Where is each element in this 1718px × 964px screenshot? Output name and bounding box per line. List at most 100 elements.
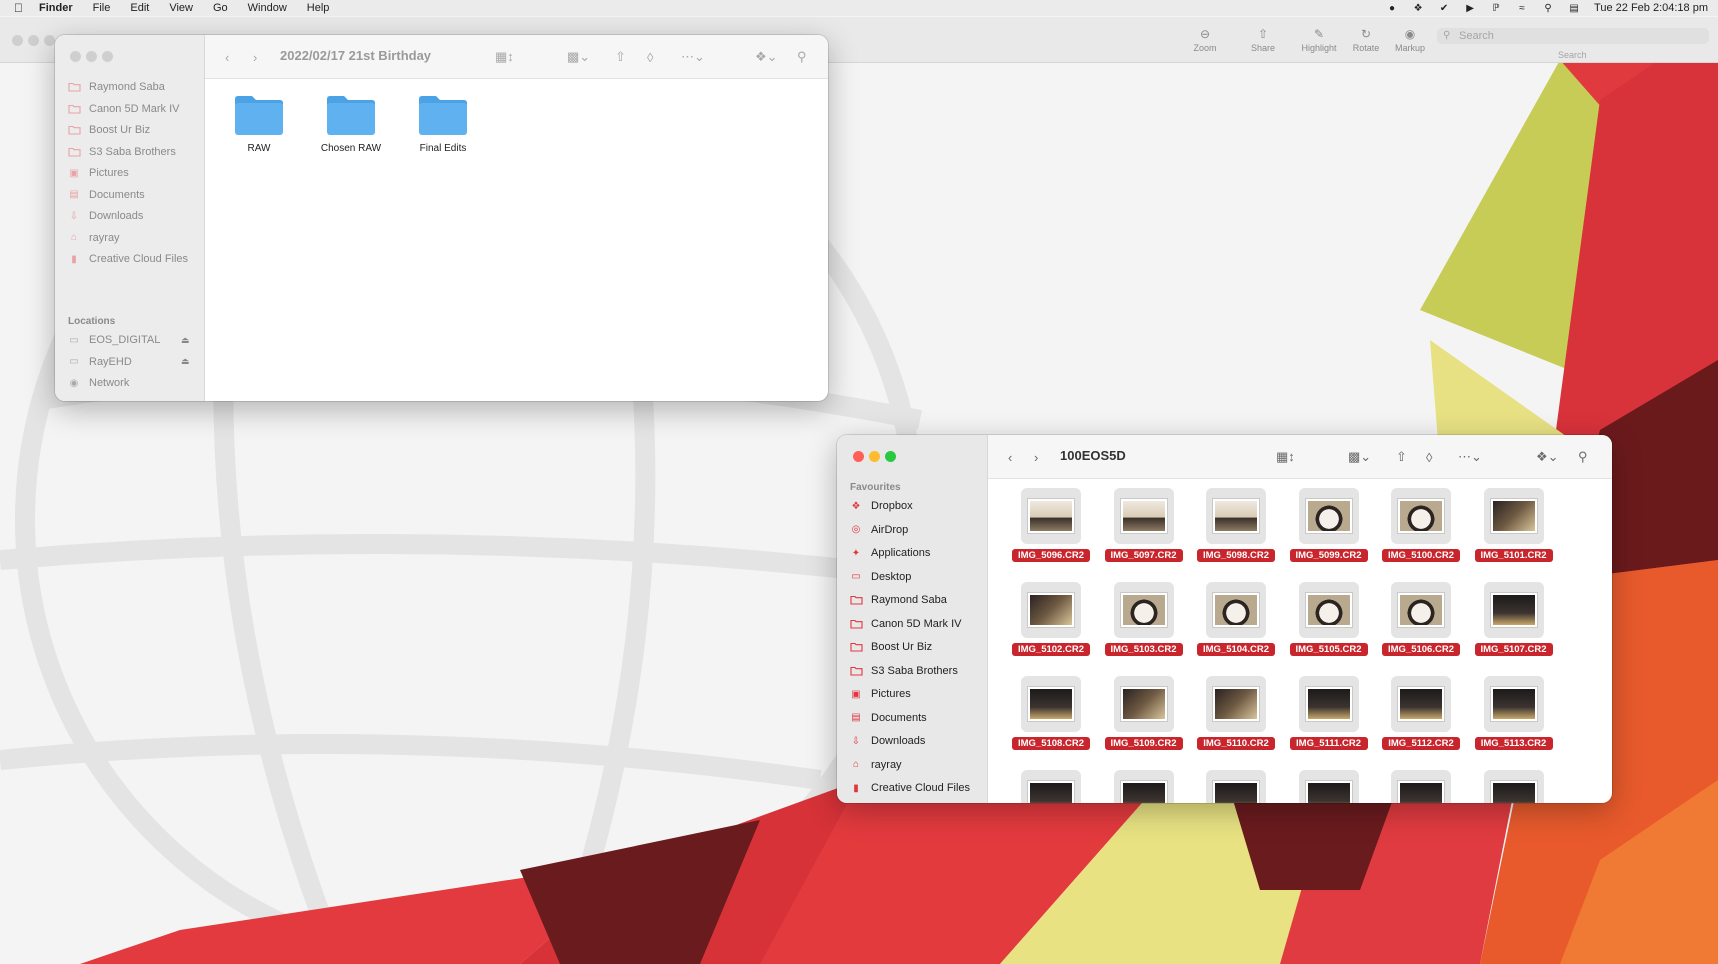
menu-window[interactable]: Window — [248, 2, 287, 14]
finder-window-100eos5d[interactable]: Favourites ❖ Dropbox ◎ AirDrop ✦ Applications… — [837, 435, 1612, 803]
sidebar-item[interactable]: ▭ Desktop — [849, 566, 911, 588]
control-centre-icon[interactable]: ▤ — [1568, 2, 1580, 14]
sidebar-item[interactable]: Boost Ur Biz — [849, 636, 932, 658]
file-item[interactable]: IMG_5102.CR2 — [1005, 582, 1097, 656]
file-item[interactable]: IMG_5106.CR2 — [1375, 582, 1467, 656]
file-item[interactable]: IMG_5103.CR2 — [1098, 582, 1190, 656]
sidebar-item[interactable]: Canon 5D Mark IV — [67, 98, 179, 120]
finder-window-birthday[interactable]: Raymond Saba Canon 5D Mark IV Boost Ur Biz… — [55, 35, 828, 401]
icon-view-icon[interactable]: ▦↕ — [495, 49, 514, 65]
minimize-button[interactable] — [869, 451, 880, 462]
file-item[interactable]: IMG_5108.CR2 — [1005, 676, 1097, 750]
back-chevron-icon[interactable]: ‹ — [1008, 449, 1012, 465]
play-icon[interactable]: ▶ — [1464, 2, 1476, 14]
menu-bar-clock[interactable]: Tue 22 Feb 2:04:18 pm — [1594, 2, 1708, 14]
dropbox-icon[interactable]: ❖⌄ — [755, 49, 778, 65]
sidebar-item[interactable]: ✦ Applications — [849, 542, 931, 564]
zoom-button[interactable] — [102, 51, 113, 62]
forward-chevron-icon[interactable]: › — [253, 49, 257, 65]
file-item-partial[interactable] — [1098, 770, 1190, 803]
bluetooth-icon[interactable]: ℙ — [1490, 2, 1502, 14]
sync-check-icon[interactable]: ✔ — [1438, 2, 1450, 14]
sidebar-item[interactable]: ▣ Pictures — [849, 683, 910, 705]
file-item[interactable]: IMG_5111.CR2 — [1283, 676, 1375, 750]
file-item[interactable]: IMG_5112.CR2 — [1375, 676, 1467, 750]
highlight-tool[interactable]: ✎ Highlight — [1295, 27, 1343, 53]
rotate-tool[interactable]: ↻ Rotate — [1342, 27, 1390, 53]
file-item[interactable]: IMG_5110.CR2 — [1190, 676, 1282, 750]
wifi-icon[interactable]: ≈ — [1516, 2, 1528, 14]
zoom-tool[interactable]: ⊖ Zoom — [1181, 27, 1229, 53]
group-icon[interactable]: ▩⌄ — [1348, 449, 1371, 465]
sidebar-item[interactable]: S3 Saba Brothers — [67, 141, 176, 163]
forward-chevron-icon[interactable]: › — [1034, 449, 1038, 465]
markup-tool[interactable]: ◉ Markup — [1386, 27, 1434, 53]
share-tool[interactable]: ⇧ Share — [1239, 27, 1287, 53]
file-item[interactable]: IMG_5104.CR2 — [1190, 582, 1282, 656]
file-item[interactable]: IMG_5096.CR2 — [1005, 488, 1097, 562]
location-item[interactable]: ◉ Network — [67, 372, 130, 394]
folder-item[interactable]: Final Edits — [393, 93, 493, 154]
tag-icon[interactable]: ◊ — [1426, 449, 1432, 465]
sidebar-item[interactable]: Raymond Saba — [849, 589, 947, 611]
sidebar-item[interactable]: Boost Ur Biz — [67, 119, 150, 141]
sidebar-item[interactable]: ▣ Pictures — [67, 162, 128, 184]
menu-file[interactable]: File — [93, 2, 111, 14]
file-item[interactable]: IMG_5097.CR2 — [1098, 488, 1190, 562]
spotlight-search-icon[interactable]: ⚲ — [1542, 2, 1554, 14]
eject-icon[interactable]: ⏏ — [181, 335, 190, 346]
file-item[interactable]: IMG_5101.CR2 — [1468, 488, 1560, 562]
sidebar-item[interactable]: Canon 5D Mark IV — [849, 613, 961, 635]
more-actions-icon[interactable]: ⋯⌄ — [1458, 449, 1482, 465]
folder-item[interactable]: RAW — [209, 93, 309, 154]
tag-icon[interactable]: ◊ — [647, 49, 653, 65]
sidebar-item[interactable]: ⌂ rayray — [849, 754, 902, 776]
file-item-partial[interactable] — [1468, 770, 1560, 803]
sidebar-item[interactable]: ⇩ Downloads — [849, 730, 926, 752]
sidebar-item[interactable]: ▤ Documents — [849, 707, 926, 729]
file-item-partial[interactable] — [1283, 770, 1375, 803]
share-icon[interactable]: ⇧ — [1396, 449, 1407, 465]
sidebar-item[interactable]: ❖ Dropbox — [849, 495, 913, 517]
menu-help[interactable]: Help — [307, 2, 330, 14]
sidebar-item[interactable]: ▤ Documents — [67, 184, 144, 206]
apple-menu-icon[interactable]:  — [14, 1, 23, 15]
close-button[interactable] — [853, 451, 864, 462]
file-item-partial[interactable] — [1005, 770, 1097, 803]
back-chevron-icon[interactable]: ‹ — [225, 49, 229, 65]
file-item[interactable]: IMG_5113.CR2 — [1468, 676, 1560, 750]
more-actions-icon[interactable]: ⋯⌄ — [681, 49, 705, 65]
share-icon[interactable]: ⇧ — [615, 49, 626, 65]
record-icon[interactable]: ● — [1386, 2, 1398, 14]
location-item[interactable]: ▭ RayEHD ⏏ — [67, 351, 189, 373]
sidebar-item[interactable]: ▮ Creative Cloud Files — [849, 777, 970, 799]
dropbox-status-icon[interactable]: ❖ — [1412, 2, 1424, 14]
sidebar-item[interactable]: ⇩ Downloads — [67, 205, 144, 227]
menu-edit[interactable]: Edit — [130, 2, 149, 14]
zoom-button[interactable] — [885, 451, 896, 462]
sidebar-item[interactable]: S3 Saba Brothers — [849, 660, 958, 682]
menu-view[interactable]: View — [169, 2, 193, 14]
close-button[interactable] — [70, 51, 81, 62]
dropbox-icon[interactable]: ❖⌄ — [1536, 449, 1559, 465]
preview-zoom-button[interactable] — [44, 35, 55, 46]
minimize-button[interactable] — [86, 51, 97, 62]
icon-view-icon[interactable]: ▦↕ — [1276, 449, 1295, 465]
search-icon[interactable]: ⚲ — [797, 49, 807, 65]
sidebar-item[interactable]: ▮ Creative Cloud Files — [67, 248, 188, 270]
file-item[interactable]: IMG_5098.CR2 — [1190, 488, 1282, 562]
location-item[interactable]: ▭ EOS_DIGITAL ⏏ — [67, 329, 189, 351]
file-item-partial[interactable] — [1375, 770, 1467, 803]
preview-close-button[interactable] — [12, 35, 23, 46]
sidebar-item[interactable]: ⌂ rayray — [67, 227, 120, 249]
preview-minimize-button[interactable] — [28, 35, 39, 46]
file-item[interactable]: IMG_5105.CR2 — [1283, 582, 1375, 656]
search-icon[interactable]: ⚲ — [1578, 449, 1588, 465]
file-item[interactable]: IMG_5099.CR2 — [1283, 488, 1375, 562]
group-icon[interactable]: ▩⌄ — [567, 49, 590, 65]
app-menu-finder[interactable]: Finder — [39, 2, 73, 14]
eject-icon[interactable]: ⏏ — [181, 356, 190, 367]
file-item-partial[interactable] — [1190, 770, 1282, 803]
menu-go[interactable]: Go — [213, 2, 228, 14]
file-item[interactable]: IMG_5109.CR2 — [1098, 676, 1190, 750]
